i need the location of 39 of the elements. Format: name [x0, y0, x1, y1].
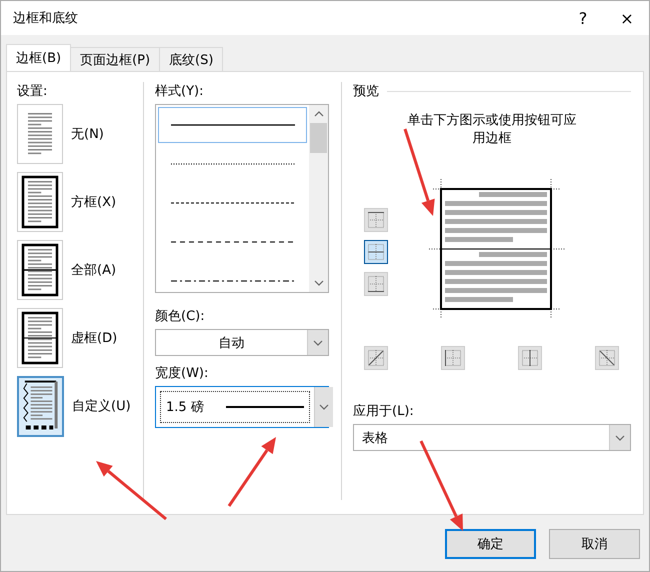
setting-option[interactable]: 全部(A) — [17, 240, 116, 300]
dialog-button[interactable]: 取消 — [549, 529, 640, 559]
color-dropdown[interactable]: 自动 — [155, 329, 329, 356]
line-sample-icon — [170, 162, 294, 166]
line-style-option[interactable] — [158, 107, 307, 143]
apply-to-label: 应用于(L): — [353, 403, 415, 420]
border-icon — [366, 210, 386, 230]
width-label: 宽度(W): — [155, 365, 210, 382]
dialog-button[interactable]: 确定 — [445, 529, 536, 559]
scrollbar[interactable] — [309, 105, 328, 292]
tab[interactable]: 边框(B) — [6, 44, 72, 71]
line-sample-icon — [170, 201, 294, 205]
setting-option[interactable]: 方框(X) — [17, 172, 116, 232]
close-button[interactable]: × — [605, 1, 649, 35]
style-label: 样式(Y): — [155, 83, 204, 100]
border-icon — [366, 348, 386, 368]
scroll-thumb[interactable] — [310, 123, 327, 153]
border-icon — [443, 348, 463, 368]
apply-to-dropdown[interactable]: 表格 — [353, 424, 631, 451]
border-icon — [366, 242, 386, 262]
setting-option[interactable]: 自定义(U) — [17, 376, 131, 436]
line-sample-icon — [170, 123, 294, 127]
border-icon — [597, 348, 617, 368]
annotation-arrow — [96, 461, 167, 520]
line-sample-icon — [226, 405, 304, 409]
help-button[interactable]: ? — [561, 1, 605, 35]
tab[interactable]: 底纹(S) — [159, 47, 224, 71]
preview-label: 预览 — [353, 83, 379, 100]
border-toggle-button[interactable] — [364, 240, 388, 264]
border-icon — [366, 274, 386, 294]
preview-hint: 单击下方图示或使用按钮可应用边框 — [406, 112, 578, 148]
color-label: 颜色(C): — [155, 308, 206, 325]
window-title: 边框和底纹 — [13, 10, 79, 27]
border-icon — [520, 348, 540, 368]
line-sample-icon — [170, 279, 294, 283]
line-sample-icon — [170, 240, 294, 244]
setting-option[interactable]: 虚框(D) — [17, 308, 118, 368]
annotation-arrow — [228, 437, 276, 507]
settings-label: 设置: — [17, 83, 48, 100]
